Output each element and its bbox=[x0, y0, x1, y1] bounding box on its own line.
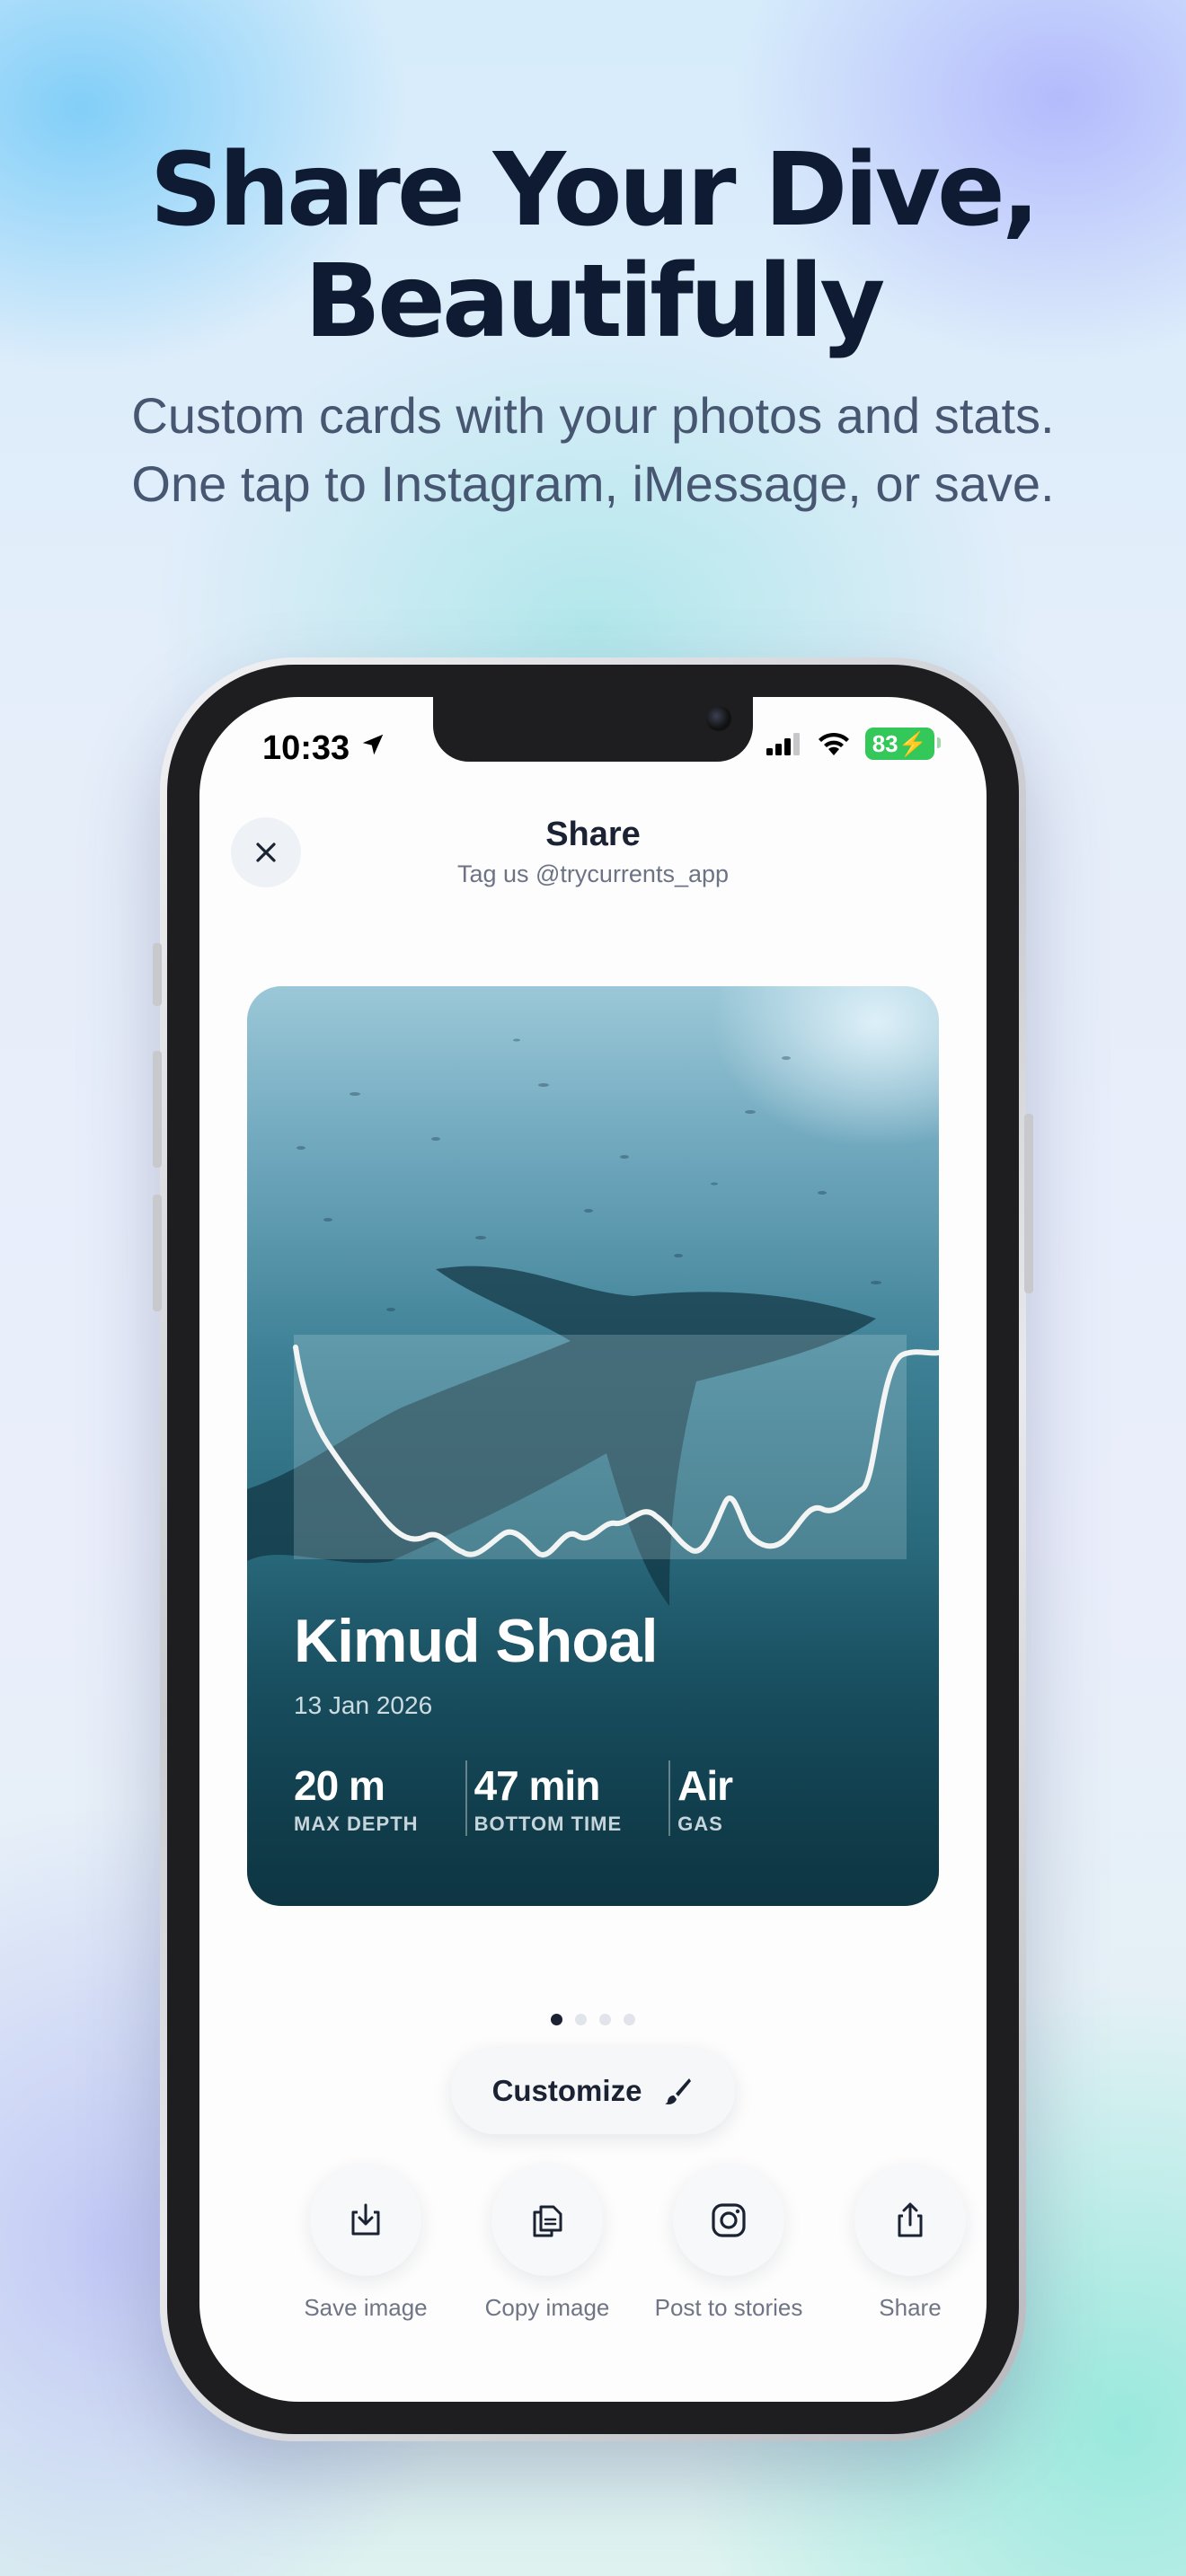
hero-subtitle: Custom cards with your photos and stats.… bbox=[0, 382, 1186, 518]
dive-date: 13 Jan 2026 bbox=[294, 1691, 433, 1719]
hero-title-line-1: Share Your Dive, bbox=[149, 132, 1040, 249]
phone-mute-switch bbox=[153, 943, 162, 1006]
page-dot-4[interactable] bbox=[624, 2014, 635, 2025]
profile-backdrop bbox=[294, 1335, 907, 1559]
hero-title: Share Your Dive, Beautifully bbox=[0, 135, 1186, 357]
stat-gas: Air GAS bbox=[668, 1760, 772, 1836]
stat-label: BOTTOM TIME bbox=[474, 1813, 623, 1835]
cellular-signal-icon bbox=[766, 733, 800, 755]
copy-image-label: Copy image bbox=[484, 2294, 610, 2321]
screen-title: Share bbox=[545, 816, 641, 853]
dive-stats: 20 m MAX DEPTH 47 min BOTTOM TIME Air GA… bbox=[294, 1760, 779, 1836]
instagram-icon bbox=[712, 2203, 746, 2237]
save-image-action[interactable]: Save image bbox=[267, 2165, 465, 2322]
stat-value: Air bbox=[677, 1762, 733, 1809]
battery-indicator: 83⚡ bbox=[864, 728, 942, 760]
save-image-icon bbox=[351, 2203, 380, 2236]
notch bbox=[433, 697, 753, 762]
dive-site-name: Kimud Shoal bbox=[294, 1607, 659, 1675]
post-to-stories-action[interactable]: Post to stories bbox=[630, 2165, 828, 2322]
save-image-label: Save image bbox=[304, 2294, 428, 2321]
stat-bottom-time: 47 min BOTTOM TIME bbox=[465, 1760, 662, 1836]
page-indicator[interactable] bbox=[199, 2014, 987, 2025]
page-dot-1[interactable] bbox=[551, 2014, 562, 2025]
post-to-stories-label: Post to stories bbox=[654, 2294, 803, 2321]
copy-image-action[interactable]: Copy image bbox=[448, 2165, 646, 2322]
page-dot-3[interactable] bbox=[599, 2014, 611, 2025]
stat-value: 20 m bbox=[294, 1762, 385, 1809]
page-dot-2[interactable] bbox=[575, 2014, 587, 2025]
phone-volume-up bbox=[153, 1051, 162, 1168]
hero-title-line-2: Beautifully bbox=[304, 243, 886, 360]
status-indicators: 83⚡ bbox=[766, 728, 942, 760]
save-image-button[interactable] bbox=[310, 2165, 421, 2276]
phone-volume-down bbox=[153, 1195, 162, 1311]
copy-image-button[interactable] bbox=[491, 2165, 603, 2276]
customize-button[interactable]: Customize bbox=[451, 2048, 735, 2134]
stat-max-depth: 20 m MAX DEPTH bbox=[294, 1760, 458, 1836]
phone-power-button bbox=[1024, 1114, 1033, 1293]
location-arrow-icon bbox=[362, 734, 384, 755]
status-time: 10:33 bbox=[262, 729, 350, 767]
stat-value: 47 min bbox=[474, 1762, 601, 1809]
copy-image-icon bbox=[533, 2205, 562, 2237]
share-label: Share bbox=[879, 2294, 942, 2321]
battery-level: 83 bbox=[872, 730, 898, 757]
front-camera bbox=[706, 706, 731, 731]
hero-subtitle-line-2: One tap to Instagram, iMessage, or save. bbox=[131, 455, 1055, 512]
hero-subtitle-line-1: Custom cards with your photos and stats. bbox=[131, 387, 1055, 444]
screen-subtitle: Tag us @trycurrents_app bbox=[456, 860, 730, 887]
stat-label: GAS bbox=[677, 1813, 723, 1835]
post-to-stories-button[interactable] bbox=[673, 2165, 784, 2276]
stat-label: MAX DEPTH bbox=[294, 1813, 419, 1835]
paintbrush-icon bbox=[665, 2078, 692, 2104]
share-action[interactable]: Share bbox=[811, 2165, 987, 2322]
customize-label: Customize bbox=[491, 2074, 642, 2107]
phone-screen: 10:33 83⚡ Share Tag us @trycurrents_app bbox=[199, 697, 987, 2402]
share-button[interactable] bbox=[854, 2165, 966, 2276]
charging-bolt-icon: ⚡ bbox=[898, 730, 927, 757]
dive-share-card[interactable]: Kimud Shoal 13 Jan 2026 20 m MAX DEPTH 4… bbox=[247, 986, 939, 1906]
share-icon bbox=[898, 2202, 923, 2237]
wifi-icon bbox=[818, 732, 849, 755]
